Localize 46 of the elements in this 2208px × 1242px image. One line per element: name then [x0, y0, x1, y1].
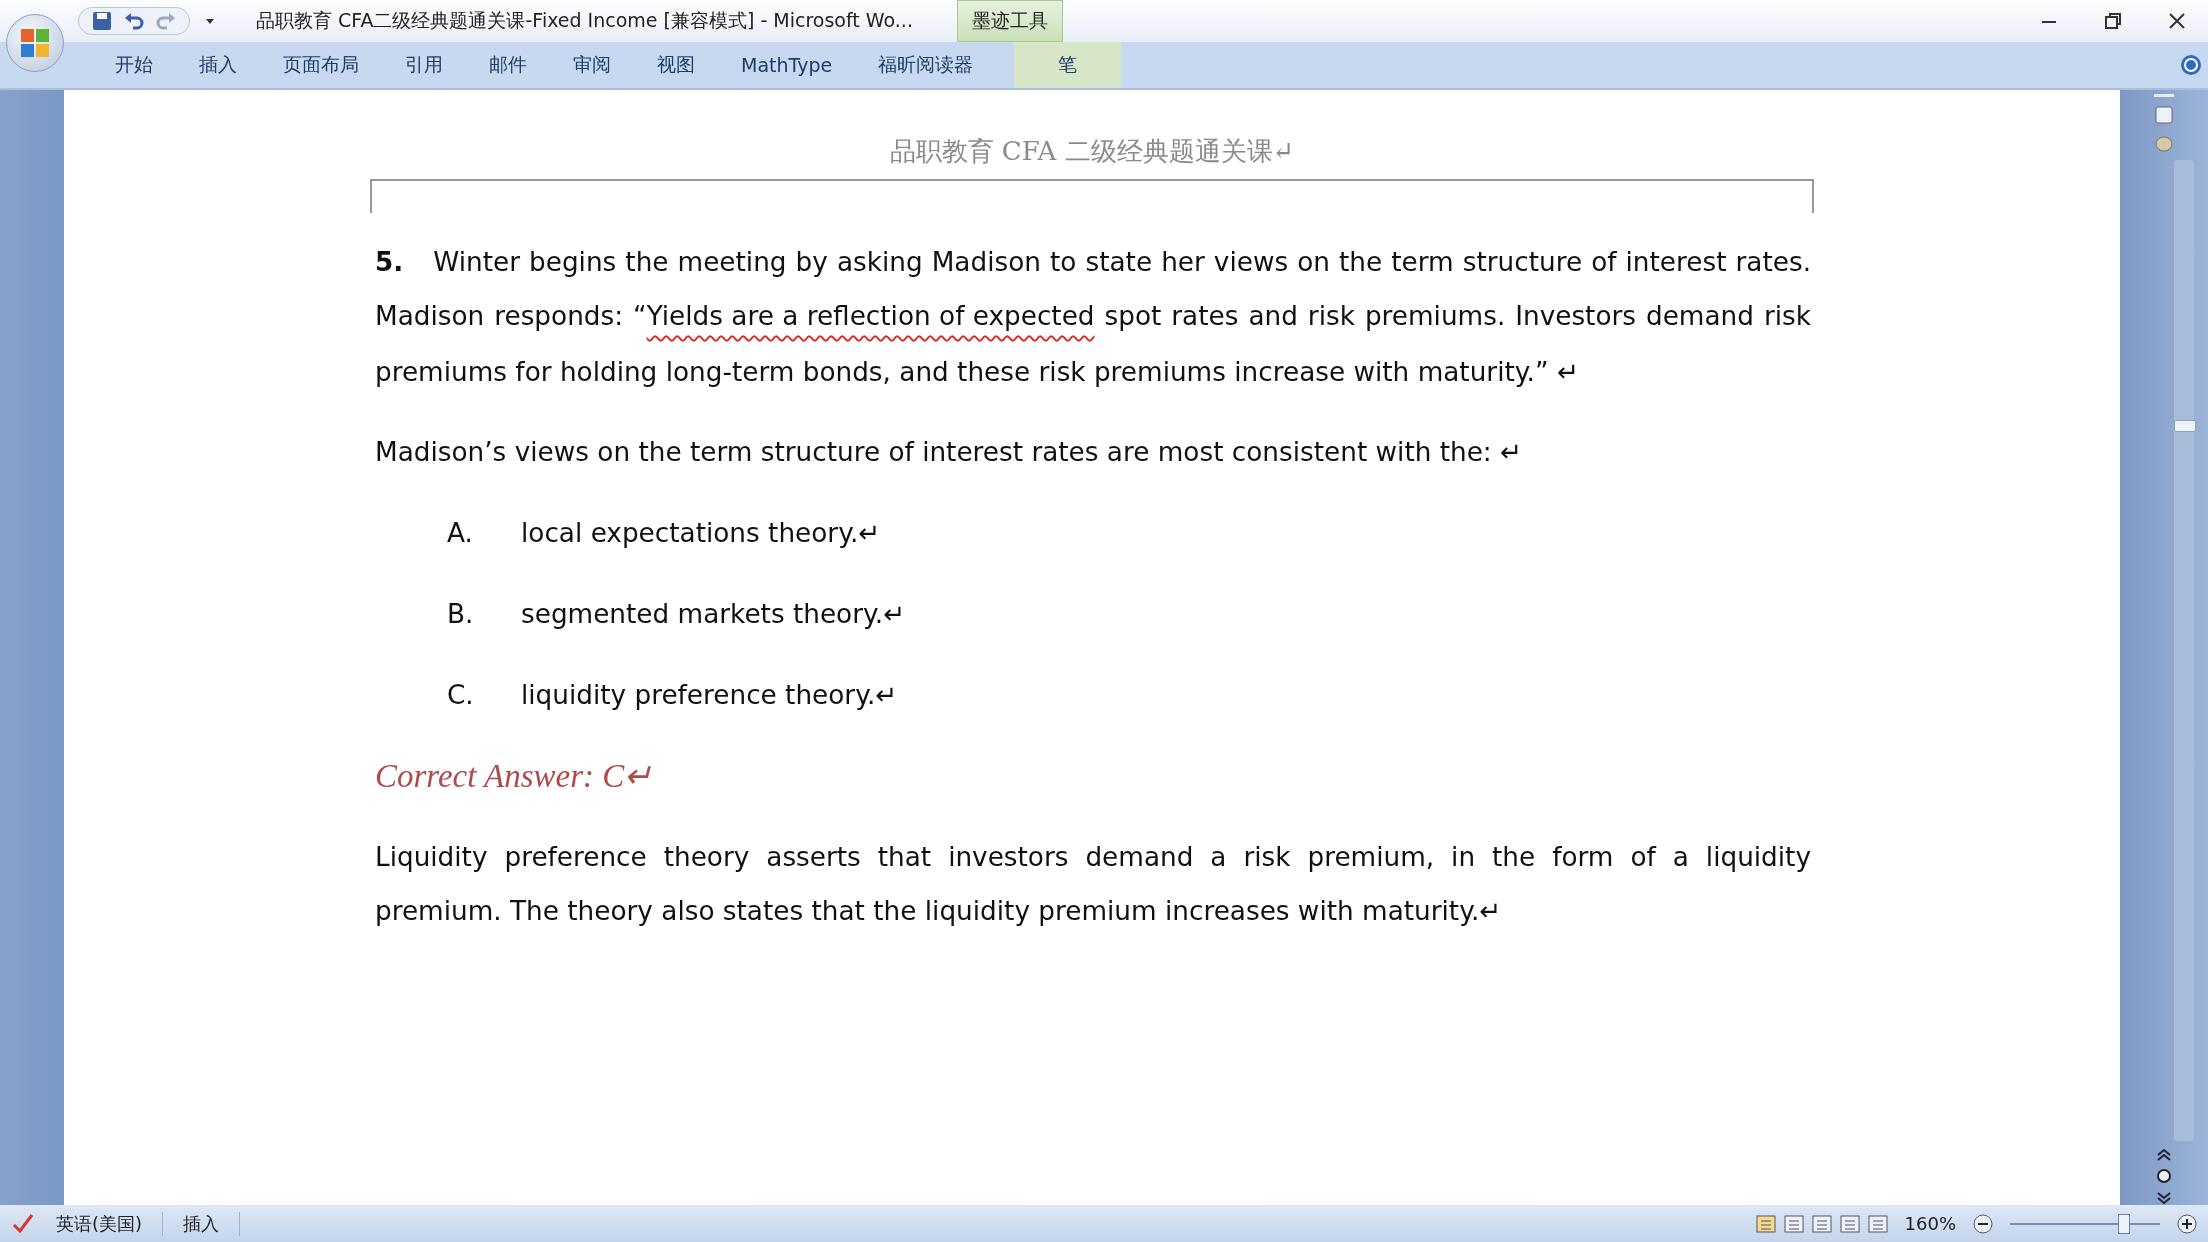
- option-letter: B.: [447, 598, 475, 631]
- scrollbar-thumb[interactable]: [2174, 420, 2196, 432]
- close-icon[interactable]: [2168, 12, 2186, 30]
- option-text: local expectations theory.↵: [521, 517, 881, 550]
- option-letter: C.: [447, 679, 475, 712]
- outline-icon[interactable]: [1838, 1213, 1861, 1234]
- ribbon-tab[interactable]: 开始: [92, 42, 176, 88]
- ribbon-tab[interactable]: 插入: [176, 42, 260, 88]
- ribbon-tab[interactable]: 笔: [1014, 42, 1122, 88]
- question-prompt: Madison’s views on the term structure of interest rates are most consistent with the: ↵: [375, 436, 1524, 469]
- undo-icon[interactable]: [123, 10, 145, 32]
- ribbon-tab[interactable]: 引用: [382, 42, 466, 88]
- help-icon[interactable]: [2180, 54, 2202, 76]
- ribbon-tab[interactable]: 页面布局: [260, 42, 382, 88]
- ribbon-tab[interactable]: 审阅: [550, 42, 634, 88]
- ruler-toggle-icon[interactable]: [2153, 104, 2175, 126]
- split-bar-icon[interactable]: [2154, 94, 2174, 98]
- contextual-tab-title: 墨迹工具: [956, 0, 1063, 42]
- window-title: 品职教育 CFA二级经典题通关课-Fixed Income [兼容模式] - Microsoft Wo...: [256, 8, 913, 33]
- print-layout-icon[interactable]: [1754, 1213, 1777, 1234]
- previous-page-icon[interactable]: [2155, 1147, 2173, 1161]
- reading-layout-icon[interactable]: [1782, 1213, 1805, 1234]
- office-logo-icon: [18, 26, 52, 60]
- option-text: segmented markets theory.↵: [521, 598, 906, 631]
- browse-object-icon[interactable]: [2155, 1167, 2173, 1185]
- draft-icon[interactable]: [1866, 1213, 1889, 1234]
- language-indicator[interactable]: 英语(美国): [36, 1211, 164, 1236]
- zoom-level[interactable]: 160%: [1904, 1213, 1956, 1234]
- save-icon[interactable]: [91, 10, 113, 32]
- ribbon-tab[interactable]: 邮件: [466, 42, 550, 88]
- option-letter: A.: [447, 517, 474, 550]
- explanation-text: Liquidity preference theory asserts that investors demand a risk premium, in the form of a liquidity premium. The theory also states that the liquidity premium increases with maturity.↵: [375, 841, 1811, 928]
- zoom-out-icon[interactable]: [1972, 1212, 1994, 1235]
- correct-answer: Correct Answer: C↵: [375, 757, 654, 796]
- page-header: 品职教育 CFA 二级经典题通关课↵: [889, 135, 1295, 168]
- question-text: 5. Winter begins the meeting by asking Madison to state her views on the term structure of interest rates. Madison responds: “Yields are a reflection of expected spot rates and risk premiums. Investors demand risk premiums for holding long-term bonds, and these risk premiums increase with maturity.” ↵: [375, 246, 1811, 389]
- option-text: liquidity preference theory.↵: [521, 679, 898, 712]
- restore-icon[interactable]: [2104, 12, 2122, 30]
- next-page-icon[interactable]: [2155, 1191, 2173, 1205]
- ribbon-tab[interactable]: MathType: [718, 42, 856, 88]
- redo-icon[interactable]: [155, 10, 177, 32]
- ribbon-tab[interactable]: 视图: [634, 42, 718, 88]
- zoom-in-icon[interactable]: [2176, 1212, 2198, 1235]
- ribbon-tab[interactable]: 福昕阅读器: [855, 42, 997, 88]
- web-layout-icon[interactable]: [1810, 1213, 1833, 1234]
- insert-mode-indicator[interactable]: 插入: [163, 1211, 241, 1236]
